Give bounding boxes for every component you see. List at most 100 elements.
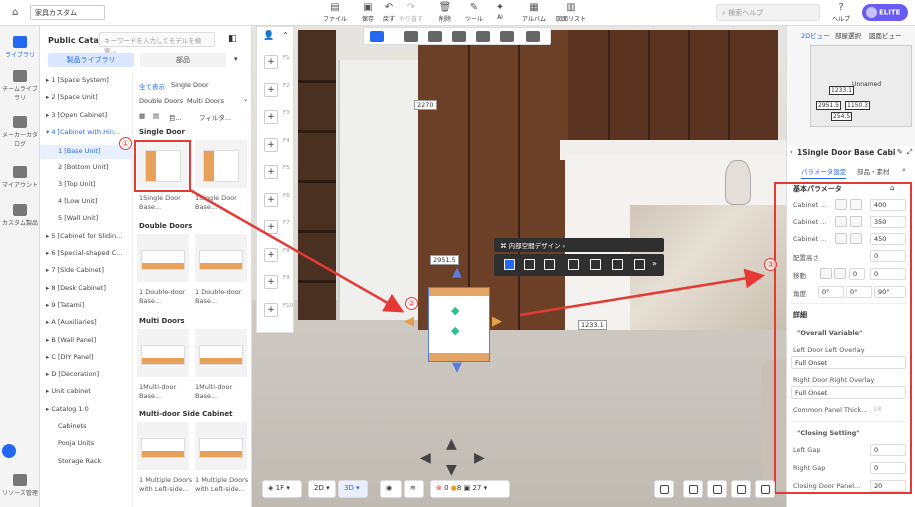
crumb-all[interactable]: 全て表示 <box>139 81 165 91</box>
redo-button[interactable]: ↷ やり直す <box>398 2 424 23</box>
tree-item[interactable]: ▸ A [Auxiliaries] <box>46 318 132 326</box>
tab-parts[interactable]: 部品 <box>140 53 226 67</box>
move-input[interactable]: 0 <box>870 268 906 280</box>
help-button[interactable]: ? ヘルプ <box>828 2 854 23</box>
add-floor-key-button[interactable]: + <box>264 55 278 69</box>
material-icon[interactable] <box>428 31 442 42</box>
arrow-right-handle-icon[interactable]: ▶ <box>492 314 502 329</box>
collapse-icon[interactable]: ⌃ <box>282 31 289 40</box>
expand-icon[interactable]: ⤢ <box>907 148 913 157</box>
brush-icon[interactable] <box>634 259 645 270</box>
rail-my-account[interactable]: マイアウント <box>0 166 40 189</box>
tree-item[interactable]: ▸ 5 [Cabinet for Slidin... <box>46 232 132 240</box>
add-floor-key-button[interactable]: + <box>264 165 278 179</box>
album-button[interactable]: ▦ アルバム <box>521 2 547 23</box>
nav-down-icon[interactable]: ▼ <box>446 462 457 478</box>
add-floor-key-button[interactable]: + <box>264 220 278 234</box>
tab-params[interactable]: パラメータ設定 <box>801 166 847 179</box>
arrow-left-handle-icon[interactable]: ◀ <box>404 314 414 329</box>
zoom-button[interactable] <box>731 480 751 498</box>
split-icon[interactable] <box>612 259 623 270</box>
issue-counter[interactable]: ⊗ 0 ●8 ▣ 27 ▾ <box>430 480 510 498</box>
move-x-icon[interactable] <box>820 268 832 279</box>
mirror-icon[interactable] <box>452 31 466 42</box>
nav-right-icon[interactable]: ▶ <box>474 450 485 466</box>
basic-params-heading[interactable]: 基本パラメータ <box>793 184 842 194</box>
elevation-input[interactable]: 0 <box>870 250 906 262</box>
right-overlay-select[interactable]: Full Onset <box>791 386 906 399</box>
edit-icon[interactable]: ✎ <box>897 148 903 156</box>
height-input[interactable]: 450 <box>870 233 906 245</box>
project-title[interactable]: 家具カスタム <box>30 5 105 20</box>
tab-2d-view[interactable]: 2Dビュー <box>801 30 830 40</box>
width-left-icon[interactable] <box>835 199 847 210</box>
height-bottom-icon[interactable] <box>850 233 862 244</box>
move-y-icon[interactable] <box>834 268 846 279</box>
filter-multi-doors[interactable]: Multi Doors <box>187 97 224 105</box>
fit-view-button[interactable] <box>707 480 727 498</box>
detail-heading[interactable]: 詳細 <box>793 310 807 320</box>
item-multi-door-2[interactable] <box>195 329 247 377</box>
tree-item[interactable]: ▸ 6 [Special-shaped C... <box>46 249 132 257</box>
camera-button[interactable] <box>683 480 703 498</box>
view-3d-button[interactable]: 3D ▾ <box>338 480 368 498</box>
height-top-icon[interactable] <box>835 233 847 244</box>
tree-item[interactable]: ▸ Catalog 1.0 <box>46 405 132 413</box>
selected-cabinet[interactable]: ◆ ◆ <box>428 287 490 362</box>
add-floor-key-button[interactable]: + <box>264 82 278 97</box>
tree-item[interactable]: ▸ Unit cabinet <box>46 387 132 395</box>
add-floor-key-button[interactable]: + <box>264 137 278 152</box>
layers-button[interactable]: ≋ <box>404 480 424 498</box>
arrow-up-handle-icon[interactable]: ▲ <box>452 265 462 280</box>
tree-item[interactable]: ▸ D [Decoration] <box>46 370 132 378</box>
depth-front-icon[interactable] <box>835 216 847 227</box>
home-icon[interactable]: ⌂ <box>12 7 18 18</box>
interior-design-button[interactable]: ⌘ 内部空間デザイン › <box>494 238 664 252</box>
item-multi-side-2[interactable] <box>195 422 247 470</box>
add-floor-key-button[interactable]: + <box>264 192 278 207</box>
trash-icon[interactable] <box>544 259 555 270</box>
copy-icon[interactable] <box>568 259 579 270</box>
minimap[interactable]: 1233.1 2951.5 1150.3 254.5 Unnamed <box>810 45 912 127</box>
width-right-icon[interactable] <box>850 199 862 210</box>
rail-library[interactable]: ライブラリ <box>0 36 40 59</box>
tool-button[interactable]: ✎ ツール <box>461 2 487 23</box>
replace-icon[interactable] <box>590 259 601 270</box>
closing-panel-input[interactable]: 20 <box>870 480 906 492</box>
tree-item[interactable]: ▾ 4 [Cabinet with Hin... <box>46 128 132 136</box>
tree-item[interactable]: ▸ 2 [Space Unit] <box>46 93 132 101</box>
tree-item[interactable]: ▸ 7 [Side Cabinet] <box>46 266 132 274</box>
draw-icon[interactable] <box>404 31 418 42</box>
tab-parts-material[interactable]: 部品・素材 <box>857 166 890 176</box>
nav-up-icon[interactable]: ▲ <box>446 436 457 452</box>
move-handle-icon[interactable]: ◆ <box>451 324 459 337</box>
select-icon[interactable] <box>504 259 515 270</box>
left-gap-input[interactable]: 0 <box>870 444 906 456</box>
render-button[interactable] <box>654 480 674 498</box>
tree-item[interactable]: ▸ 3 [Open Cabinet] <box>46 111 132 119</box>
angle-z-input[interactable]: 90° <box>874 286 906 298</box>
rail-team-library[interactable]: チームライブラリ <box>0 70 40 102</box>
search-view-button[interactable] <box>755 480 775 498</box>
item-single-door-2[interactable] <box>195 140 247 188</box>
tab-drawing-view[interactable]: 図面ビュー <box>869 30 902 40</box>
panel-toggle-icon[interactable]: ◧ <box>228 34 237 44</box>
align-icon[interactable] <box>476 31 490 42</box>
right-gap-input[interactable]: 0 <box>870 462 906 474</box>
angle-y-input[interactable]: 0° <box>846 286 872 298</box>
rail-custom-product[interactable]: カスタム製品 <box>0 204 40 227</box>
move-step-input[interactable]: 0 <box>849 268 865 280</box>
add-floor-key-button[interactable]: + <box>264 247 278 262</box>
rail-resource[interactable]: リソース管理 <box>0 474 40 497</box>
tab-room-select[interactable]: 部屋選択 <box>835 30 861 40</box>
list-label[interactable]: 目... <box>169 112 182 122</box>
more-icon[interactable]: » <box>652 259 657 268</box>
tree-item[interactable]: ▸ C [DIY Panel] <box>46 353 132 361</box>
nav-left-icon[interactable]: ◀ <box>420 450 431 466</box>
select-mode-icon[interactable] <box>370 31 384 42</box>
rail-maker-catalog[interactable]: メーカーカタログ <box>0 116 40 148</box>
add-floor-key-button[interactable]: + <box>264 110 278 124</box>
arrow-down-handle-icon[interactable]: ▼ <box>452 360 462 375</box>
account-badge[interactable]: ELITE <box>862 4 908 21</box>
left-overlay-select[interactable]: Full Onset <box>791 356 906 369</box>
